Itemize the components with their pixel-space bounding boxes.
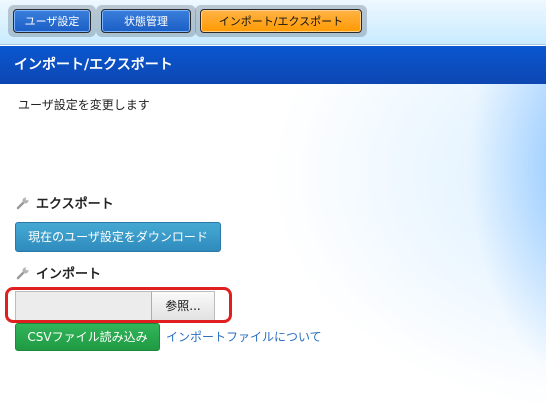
download-settings-button[interactable]: 現在のユーザ設定をダウンロード	[15, 222, 221, 252]
tab-import-export[interactable]: インポート/エクスポート	[200, 9, 362, 33]
import-help-link[interactable]: インポートファイルについて	[166, 328, 322, 345]
file-input: 参照...	[15, 291, 215, 321]
wrench-icon	[16, 197, 29, 209]
top-tab-bar: ユーザ設定 状態管理 インポート/エクスポート	[0, 0, 546, 45]
tab-status-management[interactable]: 状態管理	[101, 9, 191, 33]
tab-user-settings[interactable]: ユーザ設定	[13, 9, 91, 33]
page-description: ユーザ設定を変更します	[18, 98, 150, 112]
import-title-label: インポート	[36, 267, 102, 282]
export-title-label: エクスポート	[36, 197, 114, 212]
file-path-field[interactable]	[16, 292, 150, 320]
page-title: インポート/エクスポート	[0, 46, 546, 84]
import-section-title: インポート	[16, 263, 101, 282]
csv-import-button[interactable]: CSVファイル読み込み	[15, 323, 160, 351]
browse-button[interactable]: 参照...	[151, 292, 214, 320]
wrench-icon	[16, 267, 29, 279]
export-section-title: エクスポート	[16, 193, 114, 212]
